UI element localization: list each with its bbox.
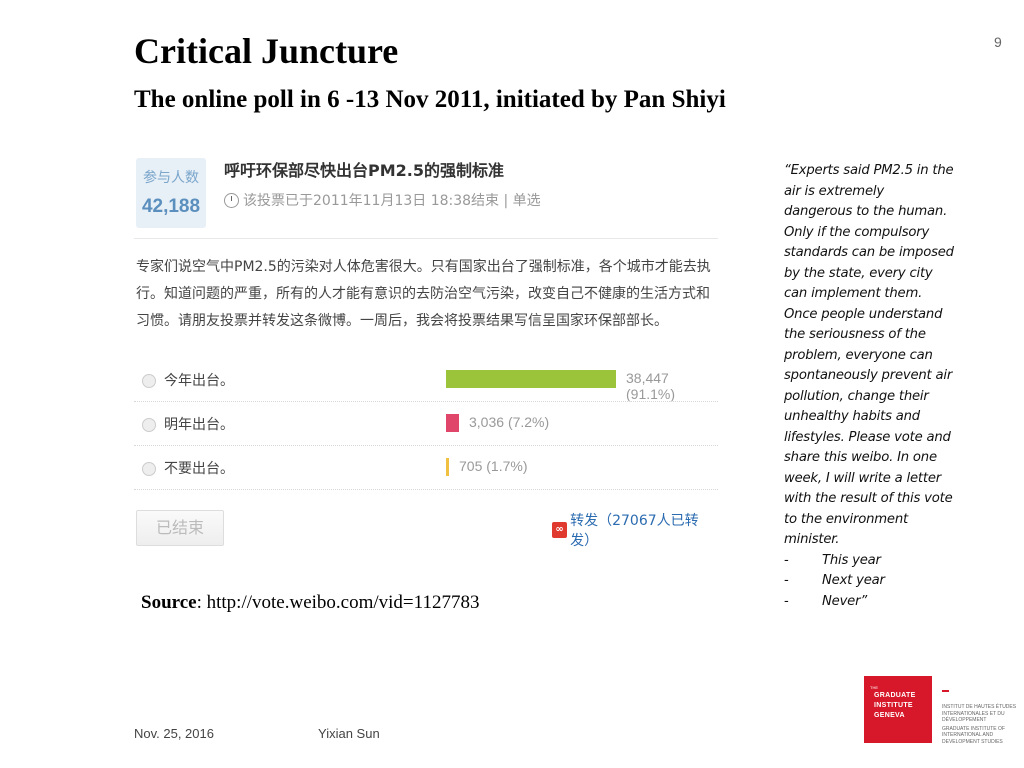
ended-button[interactable]: 已结束 [136, 510, 224, 546]
divider [134, 238, 718, 239]
option-label: 今年出台。 [164, 373, 234, 389]
divider [134, 489, 718, 490]
source-label: Source [141, 592, 197, 613]
slide-subtitle: The online poll in 6 -13 Nov 2011, initi… [134, 86, 726, 113]
footer-date: Nov. 25, 2016 [134, 726, 214, 741]
result-value: 38,447 (91.1%) [626, 370, 676, 402]
result-bar [446, 458, 449, 476]
graduate-institute-logo: THE GRADUATE INSTITUTE GENEVA [864, 676, 932, 743]
source-citation: Source: http://vote.weibo.com/vid=112778… [141, 592, 479, 614]
quote-text: “Experts said PM2.5 in the air is extrem… [784, 163, 954, 547]
source-url: : http://vote.weibo.com/vid=1127783 [196, 592, 480, 613]
clock-icon [224, 192, 239, 208]
quote-list-item: - This year [784, 552, 881, 568]
participants-count: 42,188 [141, 196, 201, 217]
radio-button[interactable] [142, 374, 156, 388]
poll-option-2: 不要出台。 705 (1.7%) [134, 446, 718, 490]
option-label: 不要出台。 [164, 461, 234, 477]
result-value: 705 (1.7%) [459, 458, 528, 474]
poll-title: 呼吁环保部尽快出台PM2.5的强制标准 [224, 161, 504, 180]
weibo-poll-screenshot: 参与人数 42,188 呼吁环保部尽快出台PM2.5的强制标准 该投票已于201… [134, 152, 718, 552]
page-number: 9 [994, 34, 1002, 50]
radio-button[interactable] [142, 418, 156, 432]
share-label[interactable]: 转发（27067人已转发） [570, 510, 718, 550]
poll-meta: 该投票已于2011年11月13日 18:38结束 | 单选 [224, 190, 541, 210]
footer-author: Yixian Sun [318, 726, 380, 741]
participants-label: 参与人数 [143, 170, 199, 186]
result-bar [446, 414, 459, 432]
quote-list-item: - Never” [784, 593, 867, 609]
result-bar [446, 370, 616, 388]
poll-option-1: 明年出台。 3,036 (7.2%) [134, 402, 718, 446]
poll-option-0: 今年出台。 38,447 (91.1%) [134, 358, 718, 402]
option-label: 明年出台。 [164, 417, 234, 433]
slide-title: Critical Juncture [134, 31, 399, 71]
participants-box: 参与人数 42,188 [136, 158, 206, 228]
weibo-icon: ∞ [552, 522, 568, 538]
result-value: 3,036 (7.2%) [469, 414, 550, 430]
share-link[interactable]: ∞ 转发（27067人已转发） [552, 510, 718, 550]
logo-dash [942, 690, 949, 692]
quote-list-item: - Next year [784, 573, 885, 588]
poll-meta-text: 该投票已于2011年11月13日 18:38结束 | 单选 [243, 193, 541, 209]
poll-description: 专家们说空气中PM2.5的污染对人体危害很大。只有国家出台了强制标准，各个城市才… [136, 259, 711, 329]
radio-button[interactable] [142, 462, 156, 476]
translation-quote: “Experts said PM2.5 in the air is extrem… [784, 161, 954, 612]
logo-text: INSTITUT DE HAUTES ÉTUDES INTERNATIONALE… [942, 704, 1017, 745]
